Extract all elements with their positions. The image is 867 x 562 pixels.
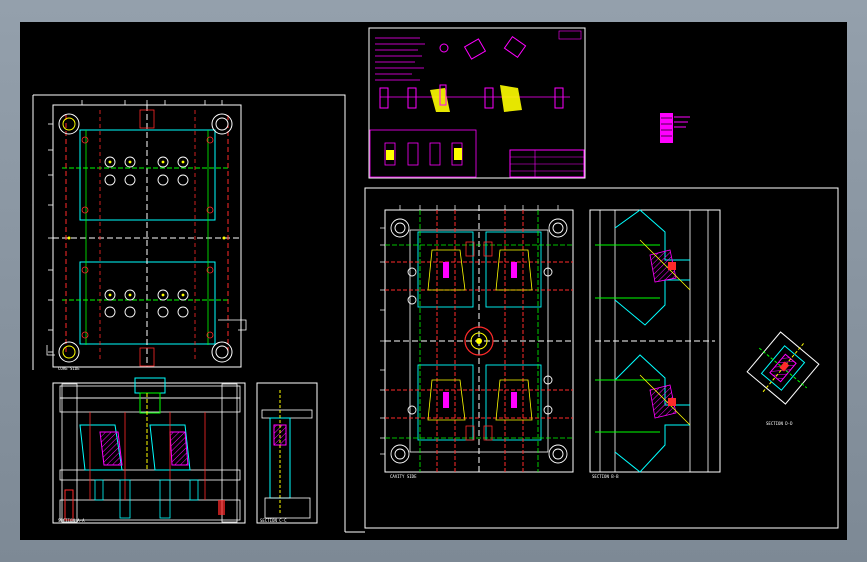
right-detail-view	[746, 331, 820, 405]
left-section-label: SECTION A-A	[58, 518, 85, 523]
left-small-section-label: SECTION C-C	[260, 518, 287, 523]
left-section-view	[52, 377, 246, 524]
right-section-view	[589, 209, 721, 473]
left-small-section-view	[256, 382, 318, 524]
left-plan-label: CORE SIDE	[58, 366, 80, 371]
right-detail-label: SECTION D-D	[766, 421, 793, 426]
left-sheet	[32, 94, 355, 533]
cad-drawing	[32, 27, 839, 533]
left-plan-view	[46, 100, 247, 368]
right-sheet	[355, 187, 839, 533]
note-block	[660, 113, 690, 143]
right-plan-label: CAVITY SIDE	[390, 474, 417, 479]
right-section-label: SECTION B-B	[592, 474, 619, 479]
top-sheet	[368, 27, 586, 179]
right-plan-view	[380, 205, 574, 475]
